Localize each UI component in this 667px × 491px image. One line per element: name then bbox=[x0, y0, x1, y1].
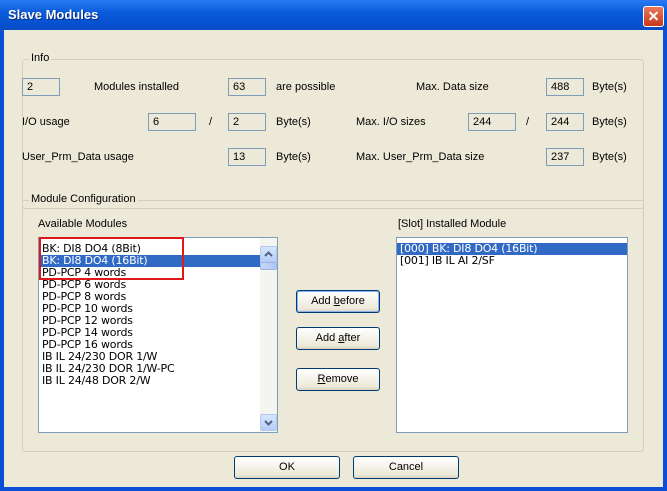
io-usage-out-value: 2 bbox=[228, 113, 266, 131]
prm-usage-value: 13 bbox=[228, 148, 266, 166]
possible-label: are possible bbox=[276, 81, 336, 93]
installed-modules-list[interactable]: [000] BK: DI8 DO4 (16Bit) [001] IB IL AI… bbox=[396, 237, 628, 433]
scroll-down-button[interactable] bbox=[260, 414, 277, 431]
highlight-box bbox=[39, 237, 184, 280]
info-legend: Info bbox=[29, 52, 52, 64]
dialog-window: Slave Modules Info 2 Modules installed 6… bbox=[0, 0, 667, 491]
add-before-label-rest: efore bbox=[339, 295, 365, 307]
io-usage-in-value: 6 bbox=[148, 113, 196, 131]
scroll-up-button[interactable] bbox=[260, 246, 277, 263]
remove-button[interactable]: Remove bbox=[296, 368, 380, 391]
prm-usage-label: User_Prm_Data usage bbox=[22, 151, 134, 163]
add-before-button[interactable]: Add before bbox=[296, 290, 380, 313]
cancel-button[interactable]: Cancel bbox=[353, 456, 459, 479]
bytes-unit: Byte(s) bbox=[276, 151, 311, 163]
max-data-size-label: Max. Data size bbox=[416, 81, 489, 93]
max-data-size-value: 488 bbox=[546, 78, 584, 96]
add-after-button[interactable]: Add after bbox=[296, 327, 380, 350]
window-title: Slave Modules bbox=[8, 7, 99, 22]
add-after-label: Add bbox=[315, 332, 339, 344]
bytes-unit: Byte(s) bbox=[592, 151, 627, 163]
max-io-out-value: 244 bbox=[546, 113, 584, 131]
installed-module-label: [Slot] Installed Module bbox=[398, 218, 507, 230]
bytes-unit: Byte(s) bbox=[592, 116, 627, 128]
chevron-up-icon bbox=[264, 251, 273, 257]
possible-value: 63 bbox=[228, 78, 266, 96]
remove-label-rest: emove bbox=[325, 373, 359, 385]
chevron-down-icon bbox=[264, 420, 273, 426]
list-item[interactable]: IB IL 24/48 DOR 2/W bbox=[39, 375, 277, 387]
module-config-legend: Module Configuration bbox=[29, 193, 138, 205]
close-button[interactable] bbox=[643, 6, 664, 27]
max-prm-label: Max. User_Prm_Data size bbox=[356, 151, 485, 163]
max-io-sizes-label: Max. I/O sizes bbox=[356, 116, 426, 128]
add-after-label-rest: fter bbox=[344, 332, 361, 344]
add-before-label: Add bbox=[311, 295, 334, 307]
scroll-thumb[interactable] bbox=[260, 262, 277, 270]
title-bar[interactable]: Slave Modules bbox=[0, 0, 667, 30]
bytes-unit: Byte(s) bbox=[276, 116, 311, 128]
modules-installed-label: Modules installed bbox=[94, 81, 179, 93]
slash-separator: / bbox=[526, 116, 530, 128]
bytes-unit: Byte(s) bbox=[592, 81, 627, 93]
dialog-client: Info 2 Modules installed 63 are possible… bbox=[4, 30, 663, 487]
ok-button[interactable]: OK bbox=[234, 456, 340, 479]
max-io-in-value: 244 bbox=[468, 113, 516, 131]
io-usage-label: I/O usage bbox=[22, 116, 70, 128]
max-prm-value: 237 bbox=[546, 148, 584, 166]
modules-installed-value: 2 bbox=[22, 78, 60, 96]
installed-item[interactable]: [001] IB IL AI 2/SF bbox=[397, 255, 627, 267]
vertical-scrollbar[interactable] bbox=[260, 238, 277, 432]
available-modules-label: Available Modules bbox=[38, 218, 128, 230]
slash-separator: / bbox=[209, 116, 213, 128]
